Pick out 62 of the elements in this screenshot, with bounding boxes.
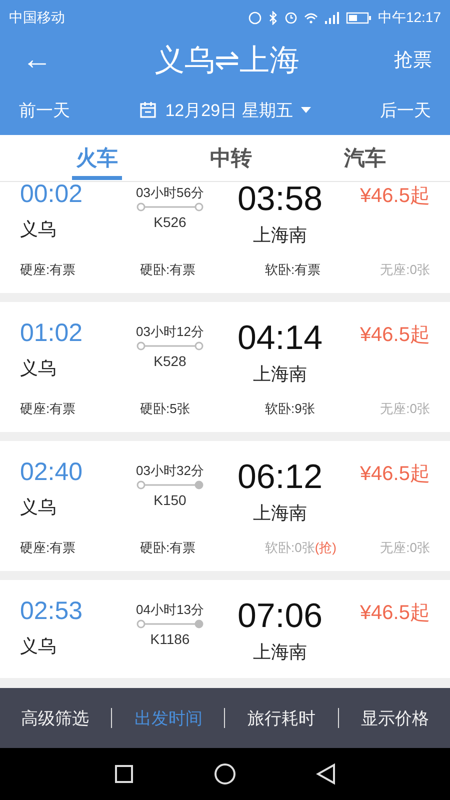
train-number: K526 — [154, 214, 186, 230]
departure-time: 02:53 — [20, 597, 84, 626]
seat-availability: 软卧:0张(抢) — [265, 539, 338, 557]
seat-availability: 无座:0张 — [379, 261, 430, 279]
carrier-name: 中国移动 — [9, 8, 66, 26]
departure-time: 02:40 — [20, 458, 84, 487]
departure-station: 义乌 — [20, 218, 57, 241]
departure-time: 01:02 — [20, 319, 84, 348]
arrival-time: 04:14 — [237, 319, 323, 358]
seat-availability: 硬座:有票 — [20, 261, 77, 279]
sort-option[interactable]: 高级筛选 — [21, 706, 90, 730]
ticket-price: ¥46.5起 — [360, 323, 430, 348]
clock-time: 中午12:17 — [378, 8, 441, 26]
seat-availability: 硬卧:有票 — [140, 539, 197, 557]
ticket-price: ¥46.5起 — [360, 601, 430, 626]
seat-availability: 无座:0张 — [379, 400, 430, 418]
trip-duration: 03小时12分 — [136, 323, 204, 341]
wifi-icon — [304, 12, 318, 24]
trip-duration: 03小时56分 — [136, 184, 204, 202]
seat-availability: 软卧:有票 — [265, 261, 322, 279]
ticket-price: ¥46.5起 — [360, 184, 430, 209]
alarm-icon — [284, 10, 298, 24]
home-icon[interactable] — [214, 763, 236, 785]
sort-option[interactable]: 旅行耗时 — [248, 706, 316, 730]
arrival-time: 06:12 — [237, 458, 323, 497]
battery-icon — [346, 12, 372, 24]
seat-availability: 无座:0张 — [379, 539, 430, 557]
train-card[interactable]: 00:02 义乌 03小时56分 K526 03:58 上海南 ¥46.5起 硬座:有票 硬卧:有票 软卧:有票 无座:0张 — [0, 182, 450, 293]
calendar-icon — [139, 101, 158, 119]
arrival-time: 07:06 — [237, 597, 323, 636]
seat-availability: 硬座:有票 — [20, 539, 77, 557]
departure-time: 00:02 — [20, 182, 84, 209]
recent-apps-icon[interactable] — [114, 764, 134, 784]
train-card[interactable]: 02:53 义乌 04小时13分 K1186 07:06 上海南 ¥46.5起 — [0, 580, 450, 678]
back-triangle-icon[interactable] — [316, 763, 336, 785]
trip-duration: 04小时13分 — [136, 601, 204, 619]
seat-availability: 硬座:有票 — [20, 400, 77, 418]
arrival-station: 上海南 — [253, 224, 307, 247]
dropdown-caret-icon — [300, 107, 311, 113]
signal-icon — [324, 11, 340, 24]
route-title: 义乌⇌上海 — [154, 42, 300, 78]
train-card[interactable]: 02:40 义乌 03小时32分 K150 06:12 上海南 ¥46.5起 硬座:有票 硬卧:有票 软卧:0张(抢) 无座:0张 — [0, 441, 450, 571]
departure-station: 义乌 — [20, 635, 57, 658]
trip-duration: 03小时32分 — [136, 462, 204, 480]
seat-availability: 软卧:9张 — [265, 400, 316, 418]
arrival-station: 上海南 — [253, 363, 307, 386]
departure-station: 义乌 — [20, 496, 57, 519]
arrival-station: 上海南 — [253, 502, 307, 525]
train-number: K150 — [154, 492, 186, 508]
arrival-time: 03:58 — [237, 182, 323, 219]
train-card[interactable]: 01:02 义乌 03小时12分 K528 04:14 上海南 ¥46.5起 硬座:有票 硬卧:5张 软卧:9张 无座:0张 — [0, 302, 450, 432]
departure-station: 义乌 — [20, 357, 57, 380]
transport-tab[interactable]: 中转 — [206, 136, 256, 180]
train-number: K1186 — [150, 631, 190, 647]
transport-tab[interactable]: 汽车 — [340, 136, 390, 180]
sort-option[interactable]: 显示价格 — [360, 706, 429, 730]
seat-availability: 硬卧:有票 — [140, 261, 197, 279]
seat-availability: 硬卧:5张 — [140, 400, 191, 418]
arrival-station: 上海南 — [253, 641, 307, 664]
bluetooth-icon — [268, 10, 278, 24]
ticket-price: ¥46.5起 — [360, 462, 430, 487]
train-number: K528 — [154, 353, 186, 369]
